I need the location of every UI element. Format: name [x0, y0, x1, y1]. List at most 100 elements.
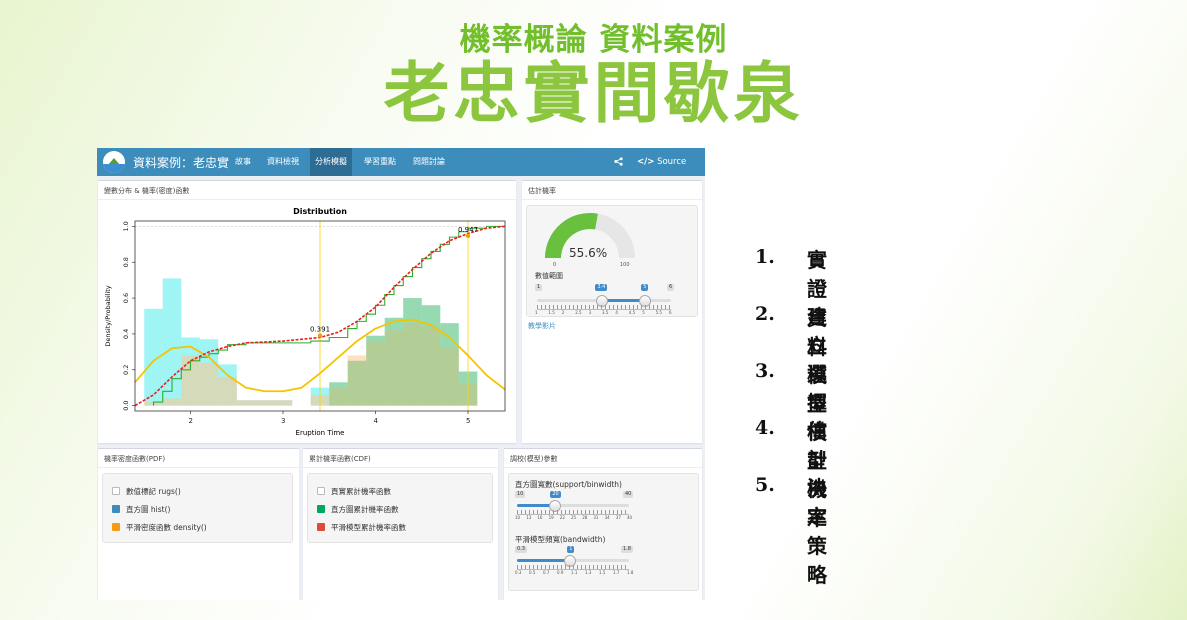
y-tick-label: 0.2 [122, 365, 130, 375]
bw-tick-label: 1.8 [627, 570, 634, 575]
density-hist-bar [273, 400, 293, 406]
interval-bar [440, 323, 459, 406]
bw-slider-max: 1.8 [621, 546, 633, 553]
pdf-option-rugs[interactable]: 數值標記 rugs() [112, 486, 181, 496]
estimate-box-title: 估計機率 [528, 187, 556, 195]
checkbox-checked[interactable] [317, 505, 325, 513]
annotation-label: 0.947 [458, 226, 478, 234]
app-logo[interactable] [103, 151, 125, 173]
density-hist-bar [236, 400, 256, 406]
range-tick-label: 4 [615, 310, 618, 315]
interval-bar [421, 305, 441, 406]
range-tick-label: 5 [642, 310, 645, 315]
cdf-option-empirical[interactable]: 頁實累計機率函數 [317, 486, 391, 496]
hist-tick-label: 13 [526, 515, 532, 520]
chart-title: Distribution [293, 207, 347, 216]
nav-tab-analysis[interactable]: 分析模擬 [310, 148, 352, 176]
estimate-box: 估計機率 55.6% 0 100 數值範圍 1 6 3.4 5 1 1.5 2 2.5… [522, 180, 702, 443]
interval-bar [366, 335, 385, 406]
bw-tick-label: 0.7 [543, 570, 550, 575]
bw-tick-label: 0.9 [557, 570, 564, 575]
gauge-max: 100 [620, 262, 630, 268]
density-hist-bar [162, 398, 182, 406]
pdf-option-hist[interactable]: 直方圖 hist() [112, 504, 170, 514]
density-hist-bar [199, 362, 219, 406]
video-link[interactable]: 教學影片 [528, 321, 556, 331]
bw-slider-min: 0.3 [515, 546, 527, 553]
range-tick-label: 5.5 [655, 310, 662, 315]
nav-tab-learning[interactable]: 學習重點 [359, 148, 401, 176]
estimate-well: 55.6% 0 100 數值範圍 1 6 3.4 5 1 1.5 2 2.5 3 3.5 4… [526, 205, 698, 317]
hist-tick-label: 34 [604, 515, 610, 520]
source-code-link[interactable]: </> Source Code [637, 148, 703, 195]
range-label: 數值範圍 [535, 272, 563, 280]
distribution-box: 變數分布 & 機率(密度)函數 0.391 0.947 2 3 4 5 0.0 0.2 0.4 0… [98, 180, 516, 443]
hist-slider-max: 40 [623, 491, 634, 498]
pdf-options-well: 數值標記 rugs() 直方圖 hist() 平滑密度函數 density() [102, 473, 293, 543]
cdf-options-well: 頁實累計機率函數 直方圖累計機率函數 平滑模型累計機率函數 [307, 473, 493, 543]
cdf-box: 累計機率函數(CDF) 頁實累計機率函數 直方圖累計機率函數 平滑模型累計機率函… [303, 448, 498, 600]
cdf-option-smooth[interactable]: 平滑模型累計機率函數 [317, 522, 406, 532]
share-icon[interactable] [614, 148, 626, 176]
nav-tab-story[interactable]: 故事 [230, 148, 256, 176]
cdf-option-hist[interactable]: 直方圖累計機率函數 [317, 504, 399, 514]
navbar-brand[interactable]: 資料案例：老忠實 [133, 154, 229, 171]
bw-tick-label: 1.7 [613, 570, 620, 575]
hist-tick-label: 25 [571, 515, 577, 520]
interval-bar [403, 298, 422, 406]
x-axis-label: Eruption Time [296, 429, 345, 437]
range-from-value: 3.4 [595, 284, 608, 291]
hist-tick-label: 19 [548, 515, 554, 520]
navbar: 資料案例：老忠實 故事 資料檢視 分析模擬 學習重點 問題討論 </> Sour… [97, 148, 705, 195]
range-tick-label: 1 [535, 310, 538, 315]
range-min: 1 [535, 284, 543, 291]
bw-tick-label: 0.5 [529, 570, 536, 575]
x-tick-label: 4 [374, 417, 379, 425]
annotation-label: 0.391 [310, 326, 330, 334]
x-tick-label: 3 [281, 417, 285, 425]
interval-bar [384, 317, 404, 406]
bw-slider-label: 平滑模型頻寬(bandwidth) [515, 535, 606, 544]
range-to-value: 5 [641, 284, 649, 291]
pdf-box: 機率密度函數(PDF) 數值標記 rugs() 直方圖 hist() 平滑密度函… [98, 448, 299, 600]
bw-tick-label: 1.5 [599, 570, 606, 575]
pdf-box-title: 機率密度函數(PDF) [104, 455, 166, 463]
nav-tab-data-view[interactable]: 資料檢視 [263, 148, 303, 176]
code-icon: </> [637, 157, 655, 167]
bw-tick-label: 0.3 [515, 570, 522, 575]
y-tick-label: 0.8 [122, 257, 130, 267]
bw-tick-label: 1.1 [571, 570, 578, 575]
checkbox[interactable] [112, 487, 120, 495]
checkbox-checked[interactable] [112, 523, 120, 531]
gauge-min: 0 [553, 262, 557, 268]
y-tick-label: 0.0 [122, 400, 130, 410]
pdf-option-density[interactable]: 平滑密度函數 density() [112, 522, 207, 532]
range-tick-label: 3.5 [602, 310, 609, 315]
slide-subtitle: 機率概論 資料案例 [459, 22, 728, 58]
slide-title: 老忠實間歇泉 [383, 55, 804, 132]
nav-tab-discussion[interactable]: 問題討論 [408, 148, 450, 176]
interval-bar [329, 382, 348, 406]
hist-tick-label: 40 [627, 515, 633, 520]
params-box: 調校(模型)參數 直方圖寬數(support/binwidth) 10 40 2… [504, 448, 702, 600]
gauge-value: 55.6% [569, 246, 608, 260]
checkbox-checked[interactable] [112, 505, 120, 513]
checkbox[interactable] [317, 487, 325, 495]
params-box-title: 調校(模型)參數 [510, 455, 558, 463]
density-hist-bar [218, 376, 237, 406]
hist-tick-label: 28 [582, 515, 588, 520]
range-max: 6 [667, 284, 675, 291]
hist-slider-label: 直方圖寬數(support/binwidth) [515, 480, 622, 489]
range-tick-label: 4.5 [628, 310, 636, 315]
range-tick-label: 3 [588, 310, 592, 315]
range-tick-label: 1.5 [548, 310, 555, 315]
x-tick-label: 2 [189, 417, 193, 425]
x-tick-label: 5 [466, 417, 470, 425]
range-tick-label: 2 [561, 310, 565, 315]
y-tick-label: 0.6 [122, 293, 130, 303]
range-tick-label: 6 [669, 310, 672, 315]
distribution-chart: 0.391 0.947 2 3 4 5 0.0 0.2 0.4 0.6 0.8 1.0 Distribu… [104, 207, 506, 437]
y-tick-label: 0.4 [122, 329, 130, 339]
hist-tick-label: 16 [537, 515, 543, 520]
checkbox-checked[interactable] [317, 523, 325, 531]
